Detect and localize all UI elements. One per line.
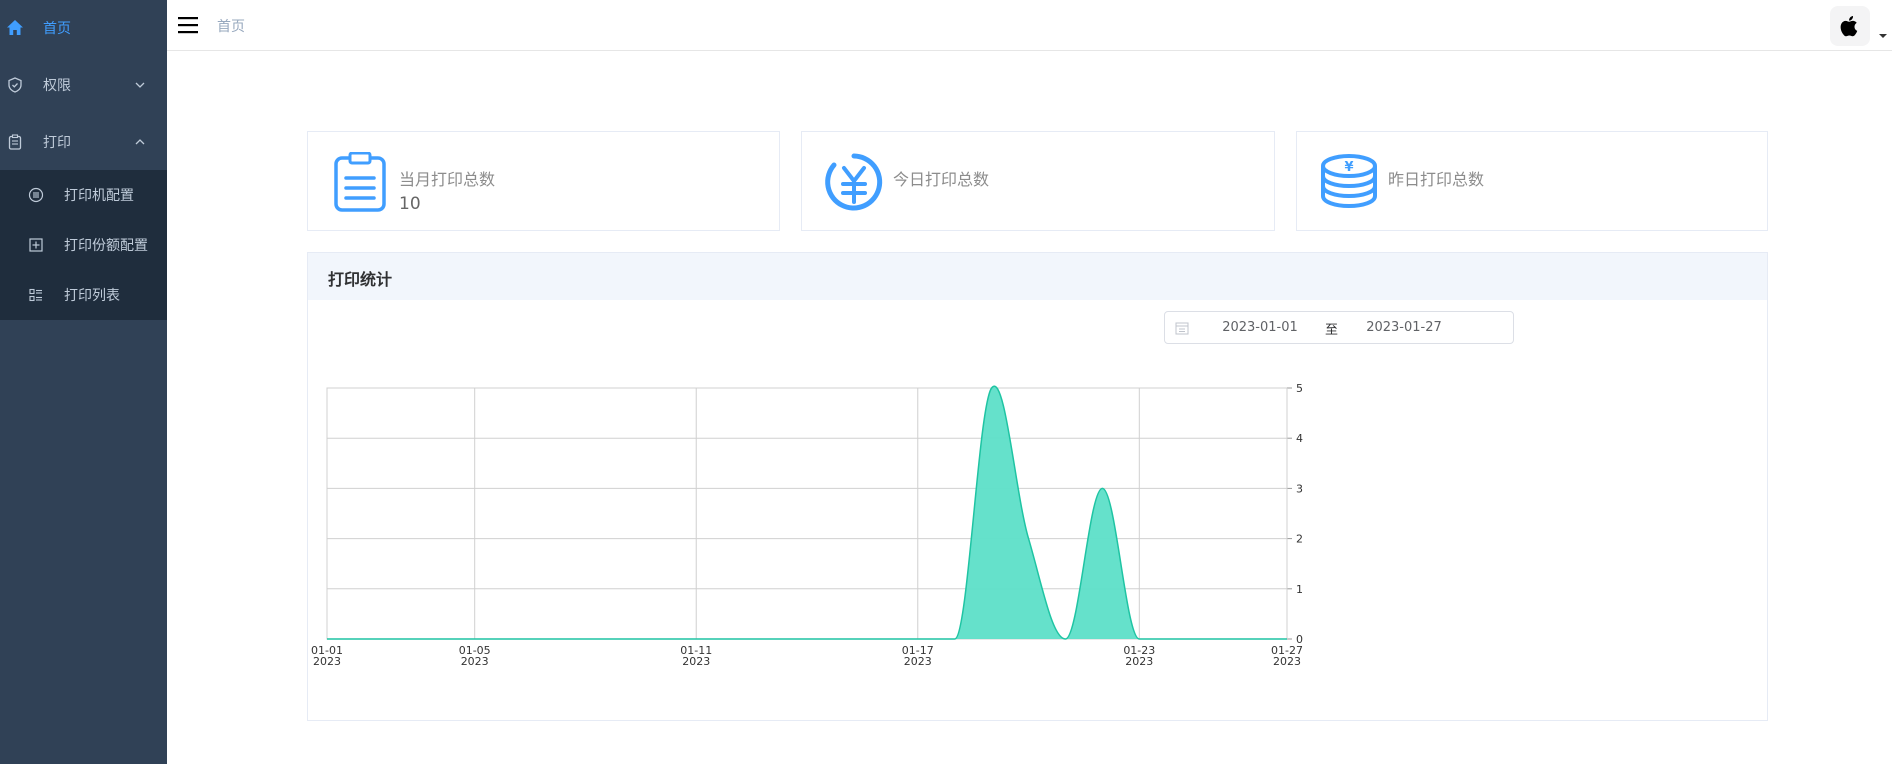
- panel-title: 打印统计: [328, 270, 393, 289]
- y-tick-label: 4: [1296, 432, 1303, 445]
- sidebar-item-permissions[interactable]: 权限: [0, 57, 167, 113]
- date-range-picker[interactable]: 2023-01-01 至 2023-01-27: [1164, 311, 1514, 344]
- sidebar-item-label: 权限: [43, 78, 71, 94]
- x-tick-year-label: 2023: [1273, 655, 1301, 668]
- stat-card-monthly-prints: 当月打印总数 10: [307, 131, 780, 231]
- x-tick-year-label: 2023: [1125, 655, 1153, 668]
- apple-icon: [1840, 16, 1858, 37]
- sidebar-item-label: 首页: [43, 21, 71, 37]
- plus-square-icon: [27, 236, 45, 254]
- series-area: [327, 386, 1287, 639]
- list-circle-icon: [27, 186, 45, 204]
- home-icon: [6, 19, 24, 37]
- chevron-down-icon: [135, 82, 145, 88]
- sidebar-item-printer-config[interactable]: 打印机配置: [0, 170, 167, 220]
- x-tick-year-label: 2023: [313, 655, 341, 668]
- chevron-up-icon: [135, 139, 145, 145]
- plot-frame: [326, 387, 1288, 640]
- coins-icon: ¥: [1321, 154, 1377, 209]
- sidebar-item-print-list[interactable]: 打印列表: [0, 270, 167, 320]
- list-icon: [27, 286, 45, 304]
- sidebar: 首页 权限 打印 打印机配置 打印份额配置 打印列表: [0, 0, 167, 764]
- caret-down-icon[interactable]: [1878, 32, 1888, 40]
- stat-card-yesterday-prints: ¥ 昨日打印总数: [1296, 131, 1768, 231]
- y-tick-label: 5: [1296, 382, 1303, 395]
- date-start-input[interactable]: 2023-01-01: [1205, 320, 1315, 335]
- sidebar-item-label: 打印机配置: [64, 188, 134, 204]
- y-tick-label: 3: [1296, 482, 1303, 495]
- clipboard-icon: [6, 133, 24, 151]
- clipboard-icon: [334, 152, 386, 212]
- print-stats-panel: 打印统计 2023-01-01 至 2023-01-27 0 1 2 3 4 5 01-01…: [307, 252, 1768, 721]
- x-tick-year-label: 2023: [461, 655, 489, 668]
- hamburger-icon[interactable]: [177, 14, 199, 36]
- card-value: 10: [399, 194, 421, 214]
- stat-card-today-prints: 今日打印总数: [801, 131, 1275, 231]
- breadcrumb: 首页: [217, 19, 245, 35]
- date-end-input[interactable]: 2023-01-27: [1349, 320, 1459, 335]
- calendar-icon: [1175, 322, 1189, 335]
- series-line: [326, 385, 1287, 640]
- sidebar-item-label: 打印份额配置: [64, 238, 148, 254]
- y-tick-label: 2: [1296, 533, 1303, 546]
- x-tick-year-label: 2023: [682, 655, 710, 668]
- print-stats-chart: 01234501-01202301-05202301-11202301-1720…: [311, 382, 1303, 668]
- shield-icon: [6, 76, 24, 94]
- sidebar-item-home[interactable]: 首页: [0, 0, 167, 56]
- y-tick-label: 1: [1296, 583, 1303, 596]
- card-title: 昨日打印总数: [1388, 170, 1485, 189]
- date-range-separator: 至: [1325, 323, 1339, 338]
- sidebar-item-label: 打印列表: [64, 288, 120, 304]
- print-submenu: 打印机配置 打印份额配置 打印列表: [0, 170, 167, 320]
- sidebar-item-print[interactable]: 打印: [0, 114, 167, 170]
- x-tick-year-label: 2023: [904, 655, 932, 668]
- top-navbar: 首页: [167, 0, 1892, 51]
- yen-circle-icon: [825, 153, 883, 211]
- panel-header: 打印统计: [308, 253, 1767, 300]
- sidebar-item-label: 打印: [43, 135, 71, 151]
- card-title: 今日打印总数: [893, 170, 990, 189]
- avatar[interactable]: [1830, 6, 1870, 46]
- card-title: 当月打印总数: [399, 170, 496, 189]
- svg-text:¥: ¥: [1344, 160, 1353, 175]
- sidebar-item-print-quota-config[interactable]: 打印份额配置: [0, 220, 167, 270]
